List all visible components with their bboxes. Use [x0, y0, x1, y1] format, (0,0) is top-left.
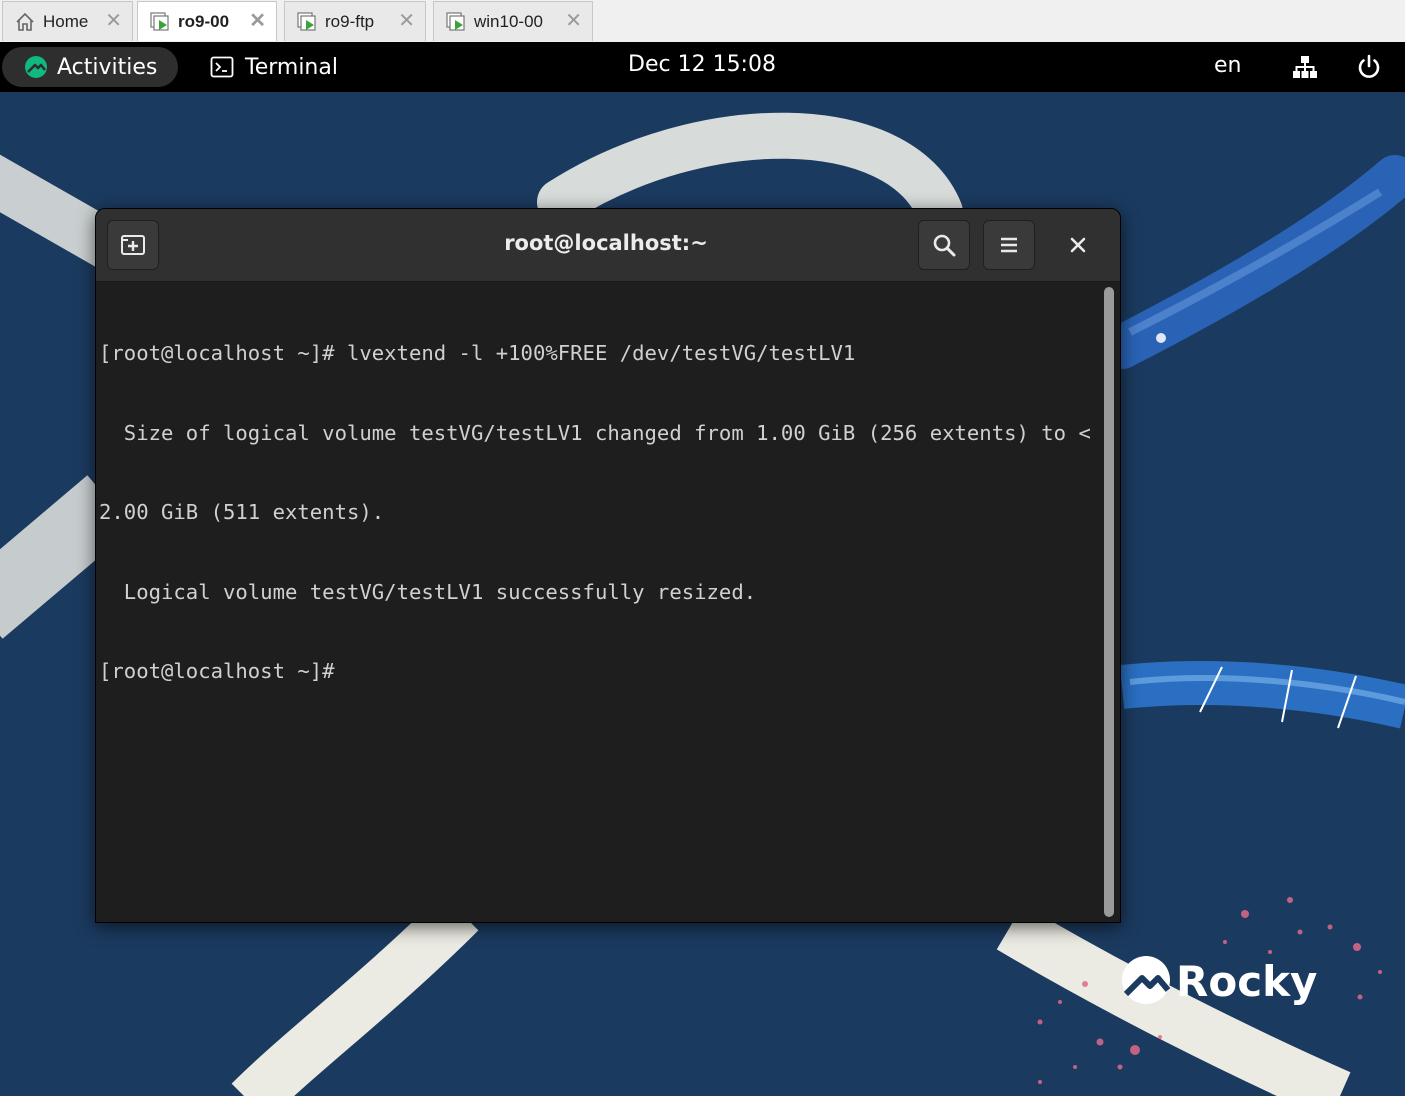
new-tab-icon — [121, 235, 145, 255]
language-indicator[interactable]: en — [1214, 53, 1241, 78]
tab-label: Home — [43, 11, 89, 31]
desktop: Rocky root@localhost:~ [root@localhost ~… — [0, 92, 1405, 1096]
tab-win10-00[interactable]: win10-00 ✕ — [433, 1, 593, 41]
search-button[interactable] — [918, 220, 970, 270]
terminal-line: 2.00 GiB (511 extents). — [99, 500, 385, 524]
terminal-window[interactable]: root@localhost:~ [root@localhost ~]# lve… — [95, 208, 1121, 923]
vm-running-icon — [446, 11, 465, 31]
tab-ro9-00[interactable]: ro9-00 ✕ — [137, 1, 277, 41]
window-title: root@localhost:~ — [504, 231, 708, 255]
new-tab-button[interactable] — [107, 220, 159, 270]
activities-button[interactable]: Activities — [2, 47, 178, 87]
close-button[interactable] — [1062, 229, 1094, 261]
tab-label: win10-00 — [474, 11, 543, 31]
rocky-logo-icon — [25, 56, 47, 78]
terminal-line: Size of logical volume testVG/testLV1 ch… — [99, 420, 1091, 445]
tab-label: ro9-ftp — [325, 11, 375, 31]
rocky-wordmark: Rocky — [1176, 957, 1317, 1006]
menu-button[interactable] — [983, 220, 1035, 270]
terminal-scrollbar[interactable] — [1100, 283, 1116, 922]
terminal-icon — [210, 56, 234, 78]
rocky-watermark-logo: Rocky — [1122, 956, 1317, 1006]
close-icon — [1070, 237, 1086, 253]
tab-close-icon[interactable]: ✕ — [398, 11, 415, 31]
network-wired-icon[interactable] — [1292, 54, 1318, 80]
clock[interactable]: Dec 12 15:08 — [560, 52, 844, 82]
terminal-output[interactable]: [root@localhost ~]# lvextend -l +100%FRE… — [96, 283, 1096, 922]
home-icon — [16, 12, 34, 31]
terminal-headerbar[interactable]: root@localhost:~ — [96, 209, 1120, 282]
scrollbar-thumb[interactable] — [1104, 287, 1114, 917]
hamburger-menu-icon — [1001, 237, 1017, 253]
tab-home[interactable]: Home ✕ — [2, 1, 133, 41]
app-menu-label: Terminal — [245, 54, 338, 80]
gnome-top-bar: Activities Terminal Dec 12 15:08 en — [0, 42, 1405, 92]
terminal-prompt-line: [root@localhost ~]# — [99, 659, 347, 683]
app-menu-terminal[interactable]: Terminal — [210, 51, 338, 83]
terminal-line: [root@localhost ~]# lvextend -l +100%FRE… — [99, 341, 856, 365]
power-icon[interactable] — [1355, 53, 1383, 81]
activities-label: Activities — [57, 54, 158, 80]
vm-running-icon — [150, 11, 169, 31]
tab-close-icon[interactable]: ✕ — [249, 11, 266, 31]
vmware-tab-strip: Home ✕ ro9-00 ✕ ro9-ftp ✕ win10-00 ✕ — [0, 0, 1405, 43]
search-icon — [933, 234, 956, 257]
vm-running-icon — [297, 11, 316, 31]
tab-label: ro9-00 — [178, 11, 230, 31]
tab-close-icon[interactable]: ✕ — [105, 11, 122, 31]
tab-ro9-ftp[interactable]: ro9-ftp ✕ — [284, 1, 426, 41]
tab-close-icon[interactable]: ✕ — [565, 11, 582, 31]
terminal-line: Logical volume testVG/testLV1 successful… — [99, 579, 757, 604]
